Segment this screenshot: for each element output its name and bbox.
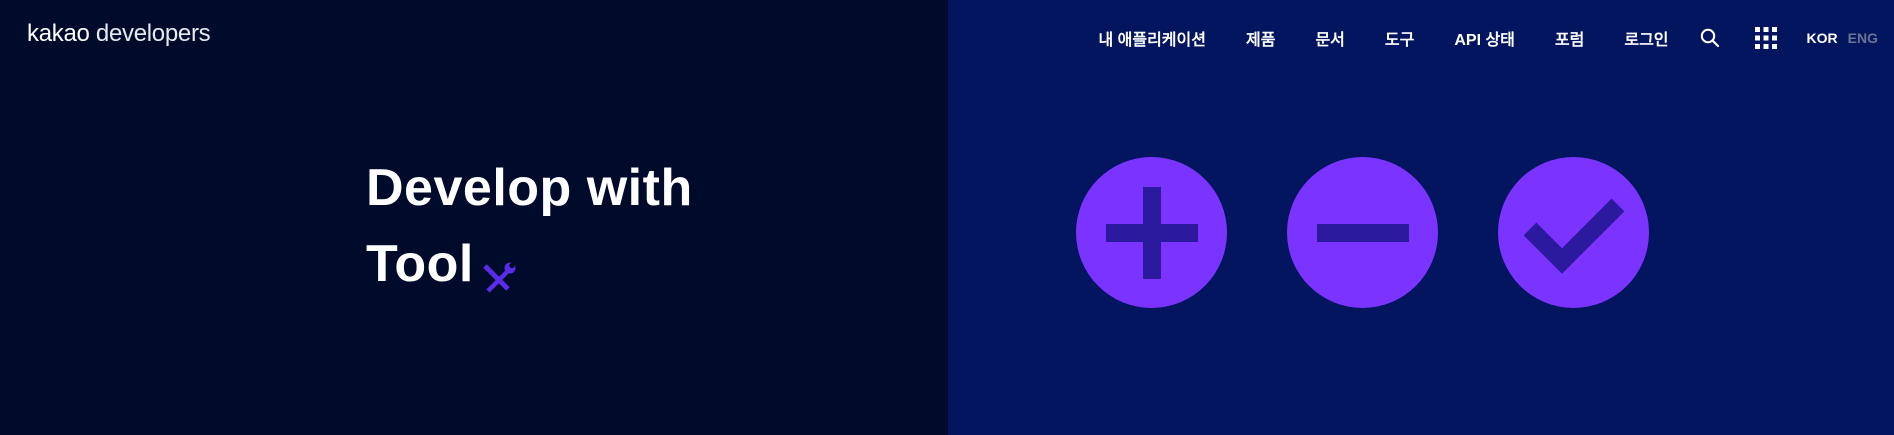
nav-forum[interactable]: 포럼 — [1555, 26, 1584, 50]
logo-product: developers — [95, 20, 211, 47]
logo-brand: kakao — [27, 20, 90, 47]
lang-kor[interactable]: KOR — [1807, 30, 1838, 46]
wrench-screwdriver-icon — [480, 242, 516, 293]
nav-api-status[interactable]: API 상태 — [1454, 26, 1515, 50]
search-icon[interactable] — [1699, 27, 1721, 49]
check-icon — [1523, 198, 1624, 274]
hero-line-2: Tool — [366, 235, 474, 293]
apps-grid-icon[interactable] — [1754, 27, 1777, 49]
plus-icon — [1105, 186, 1198, 279]
hero-line-2-wrap: Tool — [366, 226, 693, 302]
top-nav: 내 애플리케이션 제품 문서 도구 API 상태 포럼 로그인 KOR ENG — [1098, 24, 1878, 52]
hero-heading: Develop with Tool — [366, 150, 693, 302]
nav-products[interactable]: 제품 — [1246, 26, 1275, 50]
plus-circle — [1076, 157, 1227, 308]
minus-circle — [1287, 157, 1438, 308]
kakao-developers-logo[interactable]: kakao developers — [27, 20, 211, 48]
nav-login[interactable]: 로그인 — [1624, 26, 1668, 50]
check-circle — [1498, 157, 1649, 308]
nav-my-applications[interactable]: 내 애플리케이션 — [1098, 26, 1206, 50]
minus-icon — [1316, 223, 1409, 242]
hero-line-1: Develop with — [366, 159, 693, 217]
page: kakao developers 내 애플리케이션 제품 문서 도구 API 상… — [0, 0, 1894, 435]
illustration-icons — [1076, 157, 1649, 308]
nav-tools[interactable]: 도구 — [1385, 26, 1414, 50]
lang-eng[interactable]: ENG — [1848, 30, 1878, 46]
nav-docs[interactable]: 문서 — [1315, 26, 1344, 50]
